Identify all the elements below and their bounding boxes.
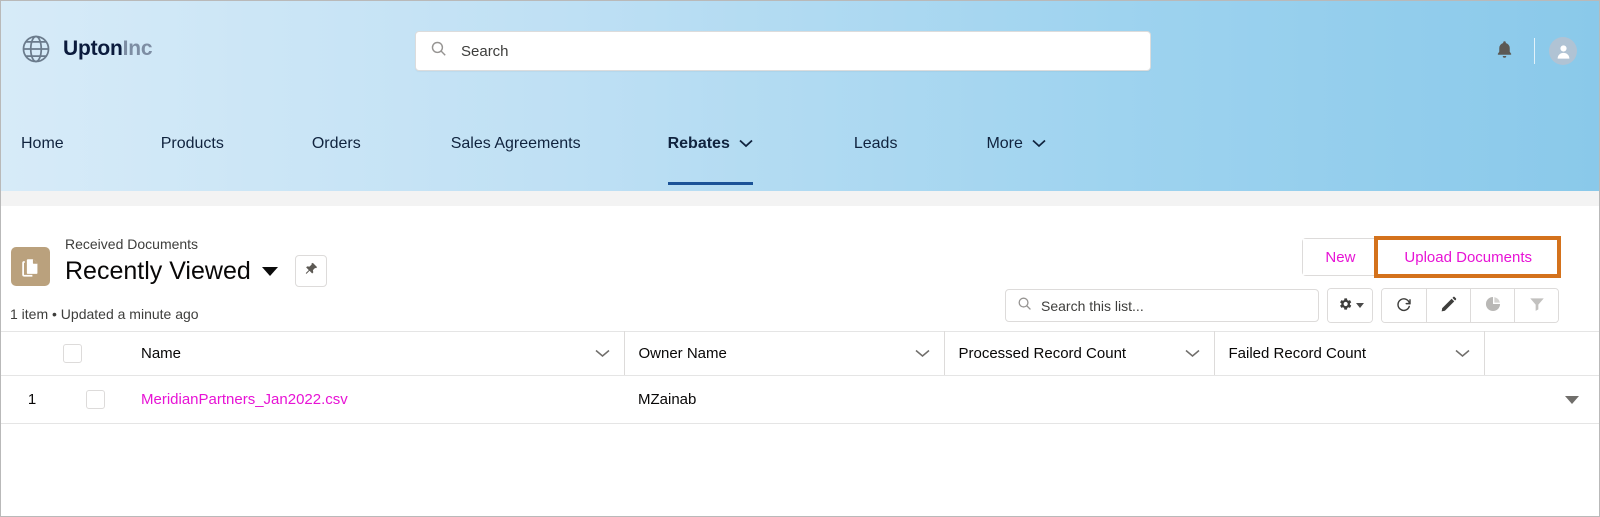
nav-tab-products-label: Products (160, 135, 224, 152)
list-view-action-group (1381, 288, 1559, 323)
column-header-owner-name-label: Owner Name (638, 345, 727, 362)
bell-icon (1494, 39, 1515, 63)
global-search-box[interactable] (415, 31, 1151, 71)
list-view-name: Recently Viewed (65, 257, 251, 285)
upload-documents-button[interactable]: Upload Documents (1374, 236, 1561, 278)
nav-tab-leads[interactable]: Leads (854, 129, 898, 191)
refresh-button[interactable] (1382, 289, 1426, 322)
list-search-box[interactable] (1005, 289, 1319, 322)
cell-name: MeridianPartners_Jan2022.csv (127, 375, 624, 424)
column-header-name-label: Name (141, 345, 182, 362)
chevron-down-icon (1455, 345, 1470, 362)
charts-button[interactable] (1470, 289, 1514, 322)
chevron-down-icon (1355, 303, 1364, 308)
pin-button[interactable] (294, 255, 327, 287)
column-header-owner-name[interactable]: Owner Name (624, 331, 945, 376)
column-header-processed-record-count-label: Processed Record Count (958, 345, 1127, 362)
pin-icon (303, 261, 319, 282)
table-header-row: Name Owner Name Processed Record Count F… (1, 331, 1599, 376)
search-input[interactable] (461, 42, 1136, 60)
list-view-card: Received Documents Recently Viewed 1 ite… (1, 206, 1599, 516)
nav-tab-list: Home Products Orders Sales Agreements Re… (1, 129, 1046, 191)
list-view-header: Received Documents Recently Viewed 1 ite… (1, 206, 1599, 331)
column-header-name[interactable]: Name (127, 331, 625, 376)
globe-icon (21, 34, 51, 64)
nav-tab-products[interactable]: Products (161, 129, 224, 191)
list-header-buttons: New Upload Documents (1302, 236, 1561, 278)
nav-tab-home[interactable]: Home (21, 129, 64, 191)
list-view-toolbar (1005, 288, 1559, 323)
search-icon (430, 40, 447, 62)
table-row[interactable]: 1 MeridianPartners_Jan2022.csv MZainab (1, 375, 1599, 424)
brand-name: UptonInc (63, 37, 153, 61)
nav-tab-orders[interactable]: Orders (312, 129, 361, 191)
nav-tab-rebates[interactable]: Rebates (667, 129, 754, 191)
nav-tab-more[interactable]: More (986, 129, 1046, 191)
cell-row-actions (1484, 375, 1599, 424)
row-select-cell (63, 375, 127, 424)
pie-chart-icon (1484, 295, 1502, 316)
nav-tab-home-label: Home (21, 135, 64, 152)
column-header-failed-record-count[interactable]: Failed Record Count (1214, 331, 1485, 376)
nav-tab-more-label: More (986, 135, 1023, 152)
header-divider (1534, 38, 1535, 64)
cell-processed-record-count (944, 375, 1214, 424)
nav-tab-sales-agreements[interactable]: Sales Agreements (451, 129, 581, 191)
list-view-titles: Received Documents Recently Viewed (65, 234, 327, 287)
list-view-meta: 1 item • Updated a minute ago (10, 306, 199, 322)
gear-icon (1337, 296, 1353, 315)
list-view-controls-button[interactable] (1328, 289, 1372, 322)
row-actions-header (1484, 331, 1599, 376)
navigation-bar: Home Products Orders Sales Agreements Re… (1, 101, 1599, 191)
cell-failed-record-count (1214, 375, 1484, 424)
nav-tab-rebates-label: Rebates (667, 135, 730, 152)
column-header-processed-record-count[interactable]: Processed Record Count (944, 331, 1215, 376)
salesforce-app-window: UptonInc Search Home Products Orders Sal… (0, 0, 1600, 517)
header-top-bar: UptonInc (1, 1, 1599, 101)
header-actions (1488, 35, 1577, 67)
select-all-checkbox[interactable] (63, 344, 82, 363)
filter-icon (1528, 295, 1546, 316)
select-all-header (63, 331, 127, 376)
avatar[interactable] (1549, 37, 1577, 65)
chevron-down-icon (1565, 395, 1579, 404)
brand-name-secondary: Inc (122, 37, 153, 60)
nav-tab-leads-label: Leads (853, 135, 898, 152)
global-header: UptonInc Search Home Products Orders Sal… (1, 1, 1599, 191)
row-number: 1 (1, 375, 63, 424)
page-body: Received Documents Recently Viewed 1 ite… (1, 191, 1599, 516)
cell-owner-name: MZainab (624, 375, 944, 424)
row-actions-button[interactable] (1559, 386, 1585, 413)
record-link[interactable]: MeridianPartners_Jan2022.csv (141, 391, 348, 408)
column-header-failed-record-count-label: Failed Record Count (1228, 345, 1367, 362)
list-search-input[interactable] (1041, 297, 1307, 314)
chevron-down-icon (1185, 345, 1200, 362)
new-button[interactable]: New (1303, 239, 1378, 275)
list-view-selector-caret[interactable] (261, 266, 278, 276)
nav-tab-sales-agreements-label: Sales Agreements (450, 135, 581, 152)
object-label: Received Documents (65, 236, 199, 252)
brand-name-primary: Upton (63, 37, 123, 60)
search-icon (1017, 296, 1032, 316)
list-view-table: Name Owner Name Processed Record Count F… (1, 331, 1599, 424)
brand-logo[interactable]: UptonInc (21, 34, 153, 64)
chevron-down-icon (1032, 135, 1046, 153)
refresh-icon (1395, 295, 1413, 316)
list-view-controls-group (1327, 288, 1373, 323)
nav-tab-orders-label: Orders (311, 135, 361, 152)
row-number-header (1, 331, 63, 376)
edit-button[interactable] (1426, 289, 1470, 322)
notifications-button[interactable] (1488, 35, 1520, 67)
chevron-down-icon (915, 345, 930, 362)
pencil-icon (1440, 296, 1457, 316)
filters-button[interactable] (1514, 289, 1558, 322)
chevron-down-icon (595, 345, 610, 362)
row-checkbox[interactable] (85, 390, 105, 409)
documents-icon (11, 247, 50, 286)
chevron-down-icon (739, 135, 753, 153)
